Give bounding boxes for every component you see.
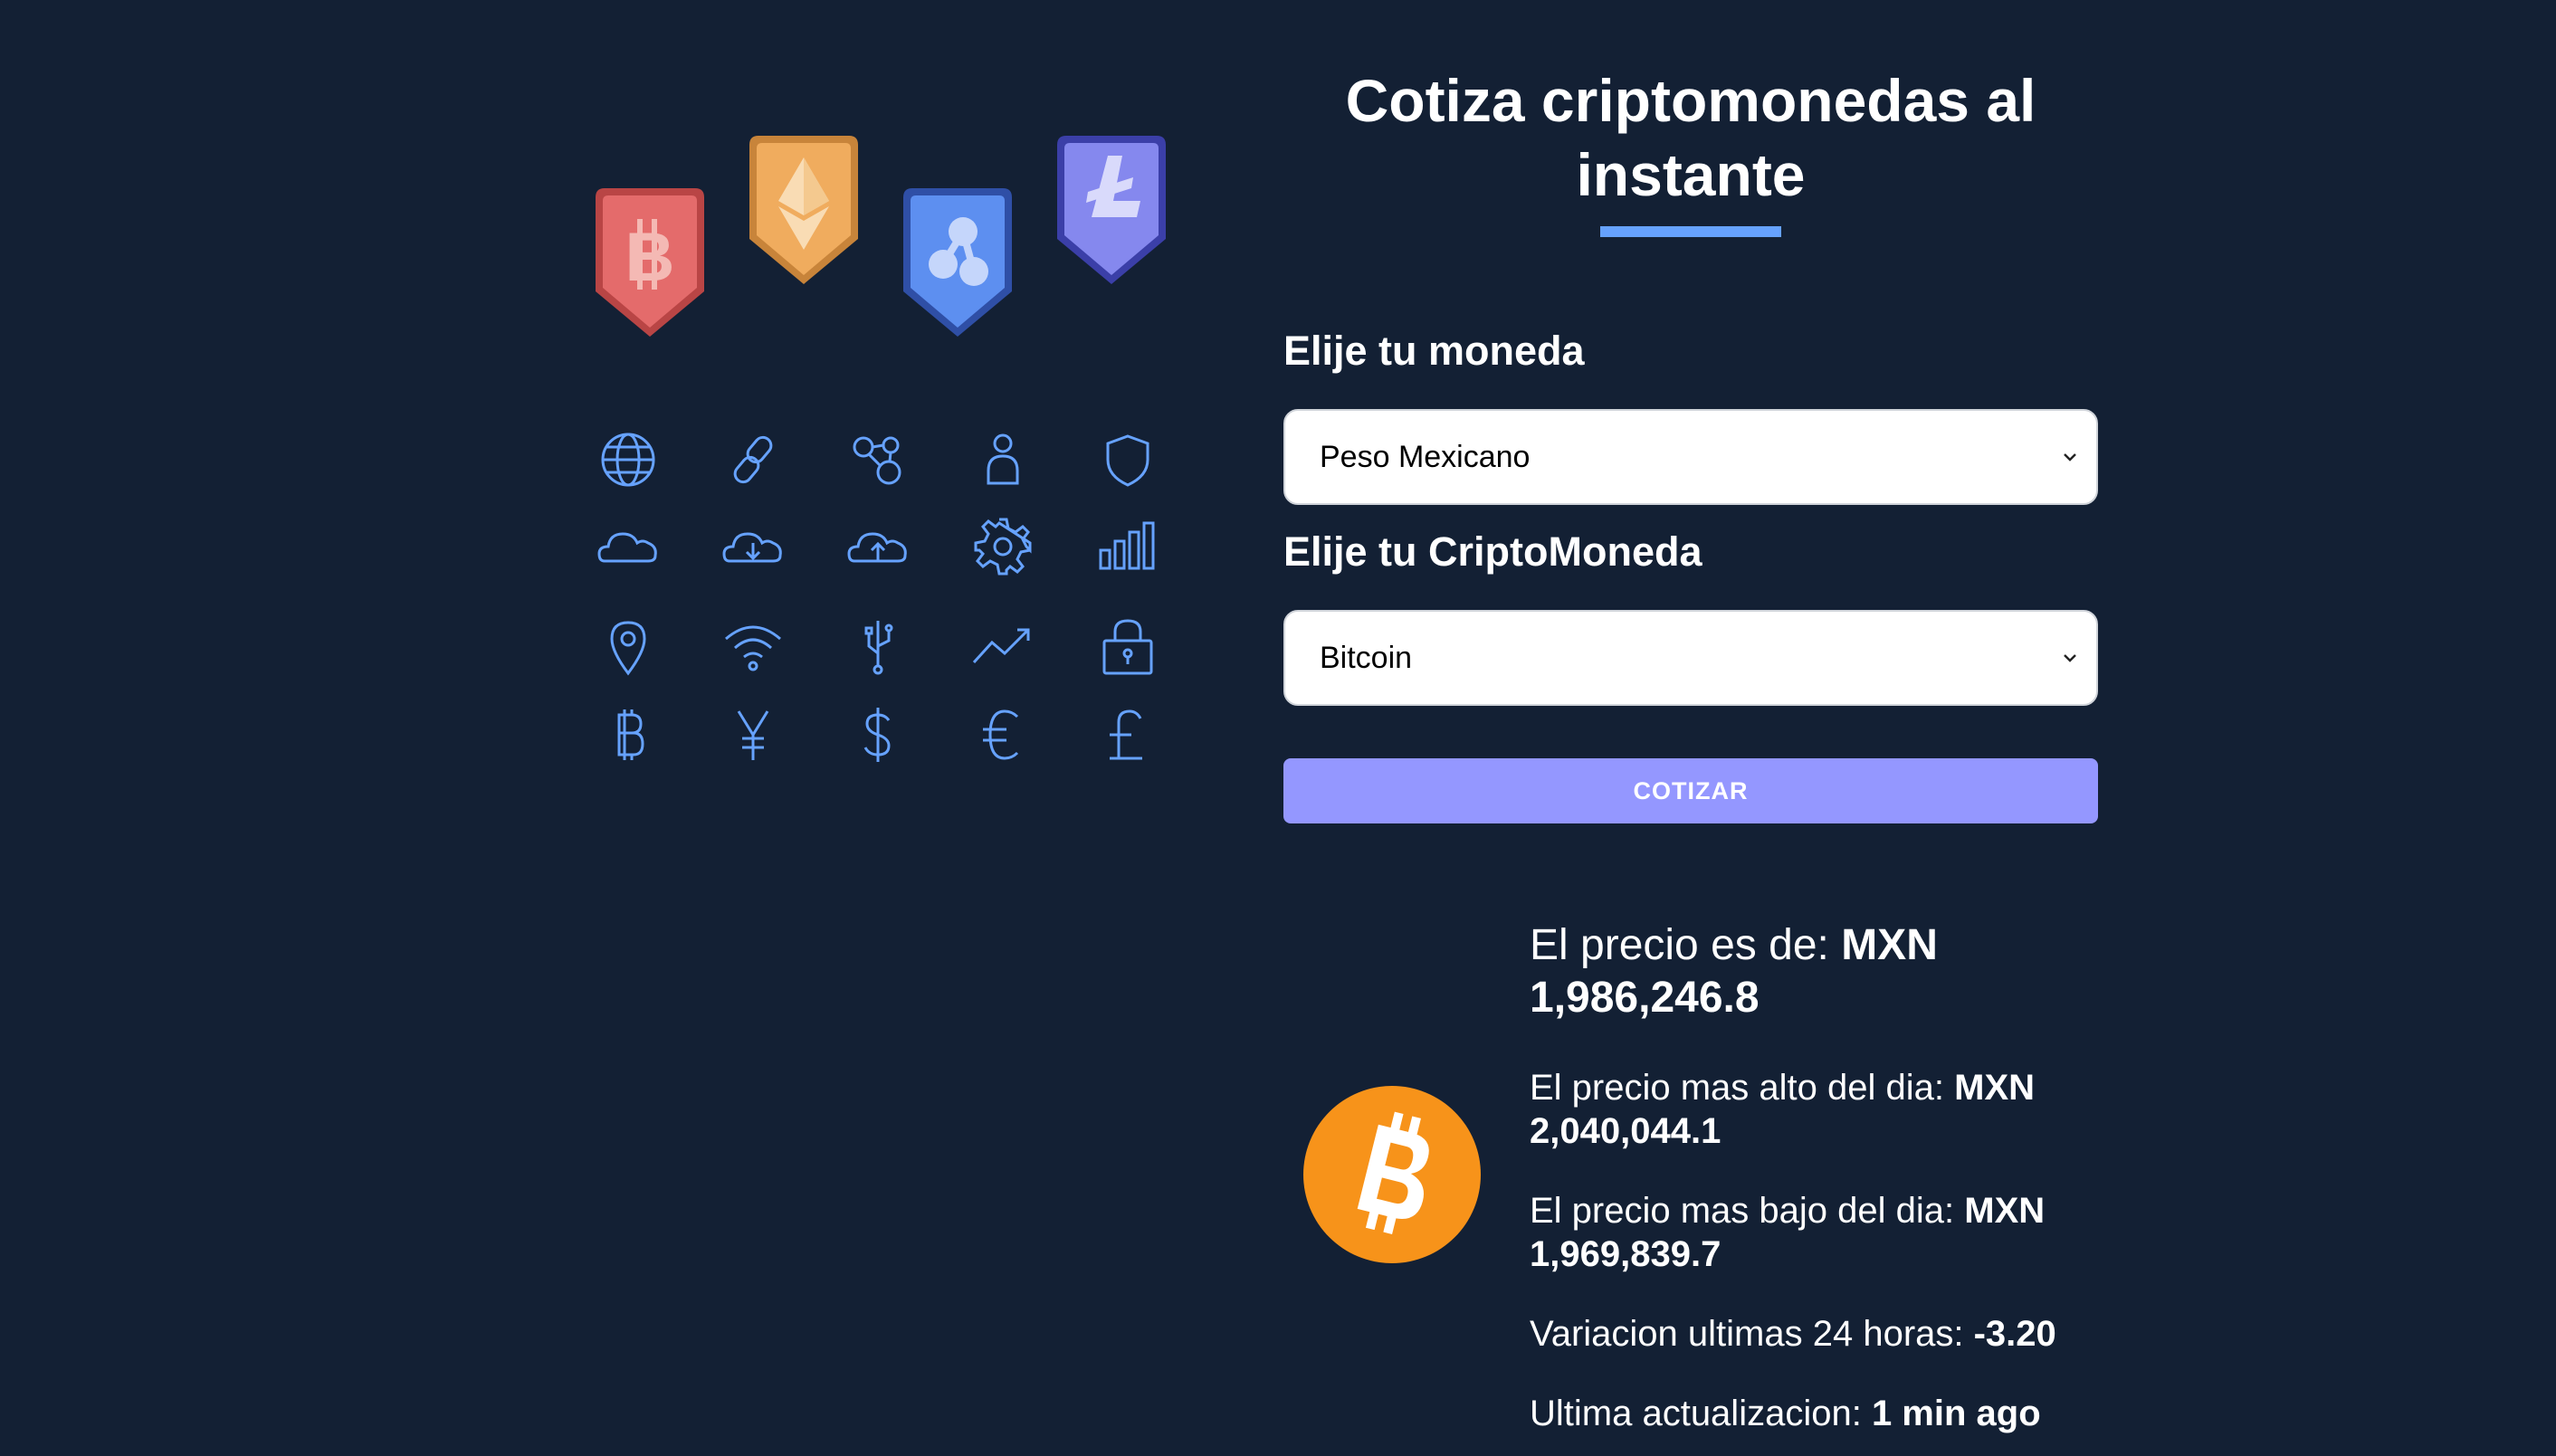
- crypto-select-value: Bitcoin: [1320, 640, 1413, 675]
- ripple-badge-icon: [903, 188, 1012, 337]
- dollar-icon: [842, 699, 914, 771]
- ethereum-badge-icon: [749, 136, 858, 284]
- price-label: El precio es de:: [1530, 921, 1842, 969]
- cloud-upload-icon: [842, 510, 914, 583]
- chevron-down-icon: [2064, 453, 2076, 462]
- cloud-icon: [592, 510, 664, 583]
- change-value: -3.20: [1973, 1314, 2056, 1354]
- yen-icon: [717, 699, 789, 771]
- trend-up-icon: [967, 610, 1039, 682]
- current-price: El precio es de: MXN 1,986,246.8: [1530, 919, 2091, 1024]
- currency-label: Elije tu moneda: [1283, 328, 1585, 374]
- updated-label: Ultima actualizacion:: [1530, 1394, 1872, 1433]
- daily-high: El precio mas alto del dia: MXN 2,040,04…: [1530, 1066, 2091, 1153]
- globe-icon: [592, 423, 664, 496]
- hero-illustration: B: [579, 127, 1195, 778]
- change-24h: Variacion ultimas 24 horas: -3.20: [1530, 1312, 2091, 1356]
- cloud-download-icon: [717, 510, 789, 583]
- bitcoin-symbol-icon: [592, 699, 664, 771]
- crypto-select[interactable]: Bitcoin: [1283, 610, 2098, 706]
- shield-icon: [1092, 423, 1164, 496]
- link-icon: [717, 423, 789, 496]
- network-icon: [842, 423, 914, 496]
- crypto-label: Elije tu CriptoMoneda: [1283, 528, 1702, 575]
- high-label: El precio mas alto del dia:: [1530, 1068, 1955, 1108]
- daily-low: El precio mas bajo del dia: MXN 1,969,83…: [1530, 1189, 2091, 1276]
- currency-select[interactable]: Peso Mexicano: [1283, 409, 2098, 505]
- last-updated: Ultima actualizacion: 1 min ago: [1530, 1392, 2091, 1435]
- updated-value: 1 min ago: [1871, 1394, 2041, 1433]
- cotizar-button[interactable]: COTIZAR: [1283, 758, 2098, 823]
- pound-icon: [1092, 699, 1164, 771]
- gear-icon: [967, 510, 1039, 583]
- user-icon: [967, 423, 1039, 496]
- bar-chart-icon: [1092, 510, 1164, 583]
- chevron-down-icon: [2064, 654, 2076, 662]
- bitcoin-logo-icon: [1303, 1086, 1481, 1263]
- page-title: Cotiza criptomonedas al instante: [1345, 67, 2036, 208]
- euro-icon: [967, 699, 1039, 771]
- usb-icon: [842, 610, 914, 682]
- currency-select-value: Peso Mexicano: [1320, 439, 1531, 474]
- wifi-icon: [717, 610, 789, 682]
- bitcoin-badge-icon: B: [596, 188, 704, 337]
- title-underline: [1600, 226, 1781, 237]
- litecoin-badge-icon: [1057, 136, 1166, 284]
- low-label: El precio mas bajo del dia:: [1530, 1191, 1965, 1231]
- lock-icon: [1092, 610, 1164, 682]
- svg-text:B: B: [625, 219, 675, 296]
- change-label: Variacion ultimas 24 horas:: [1530, 1314, 1974, 1354]
- location-pin-icon: [592, 610, 664, 682]
